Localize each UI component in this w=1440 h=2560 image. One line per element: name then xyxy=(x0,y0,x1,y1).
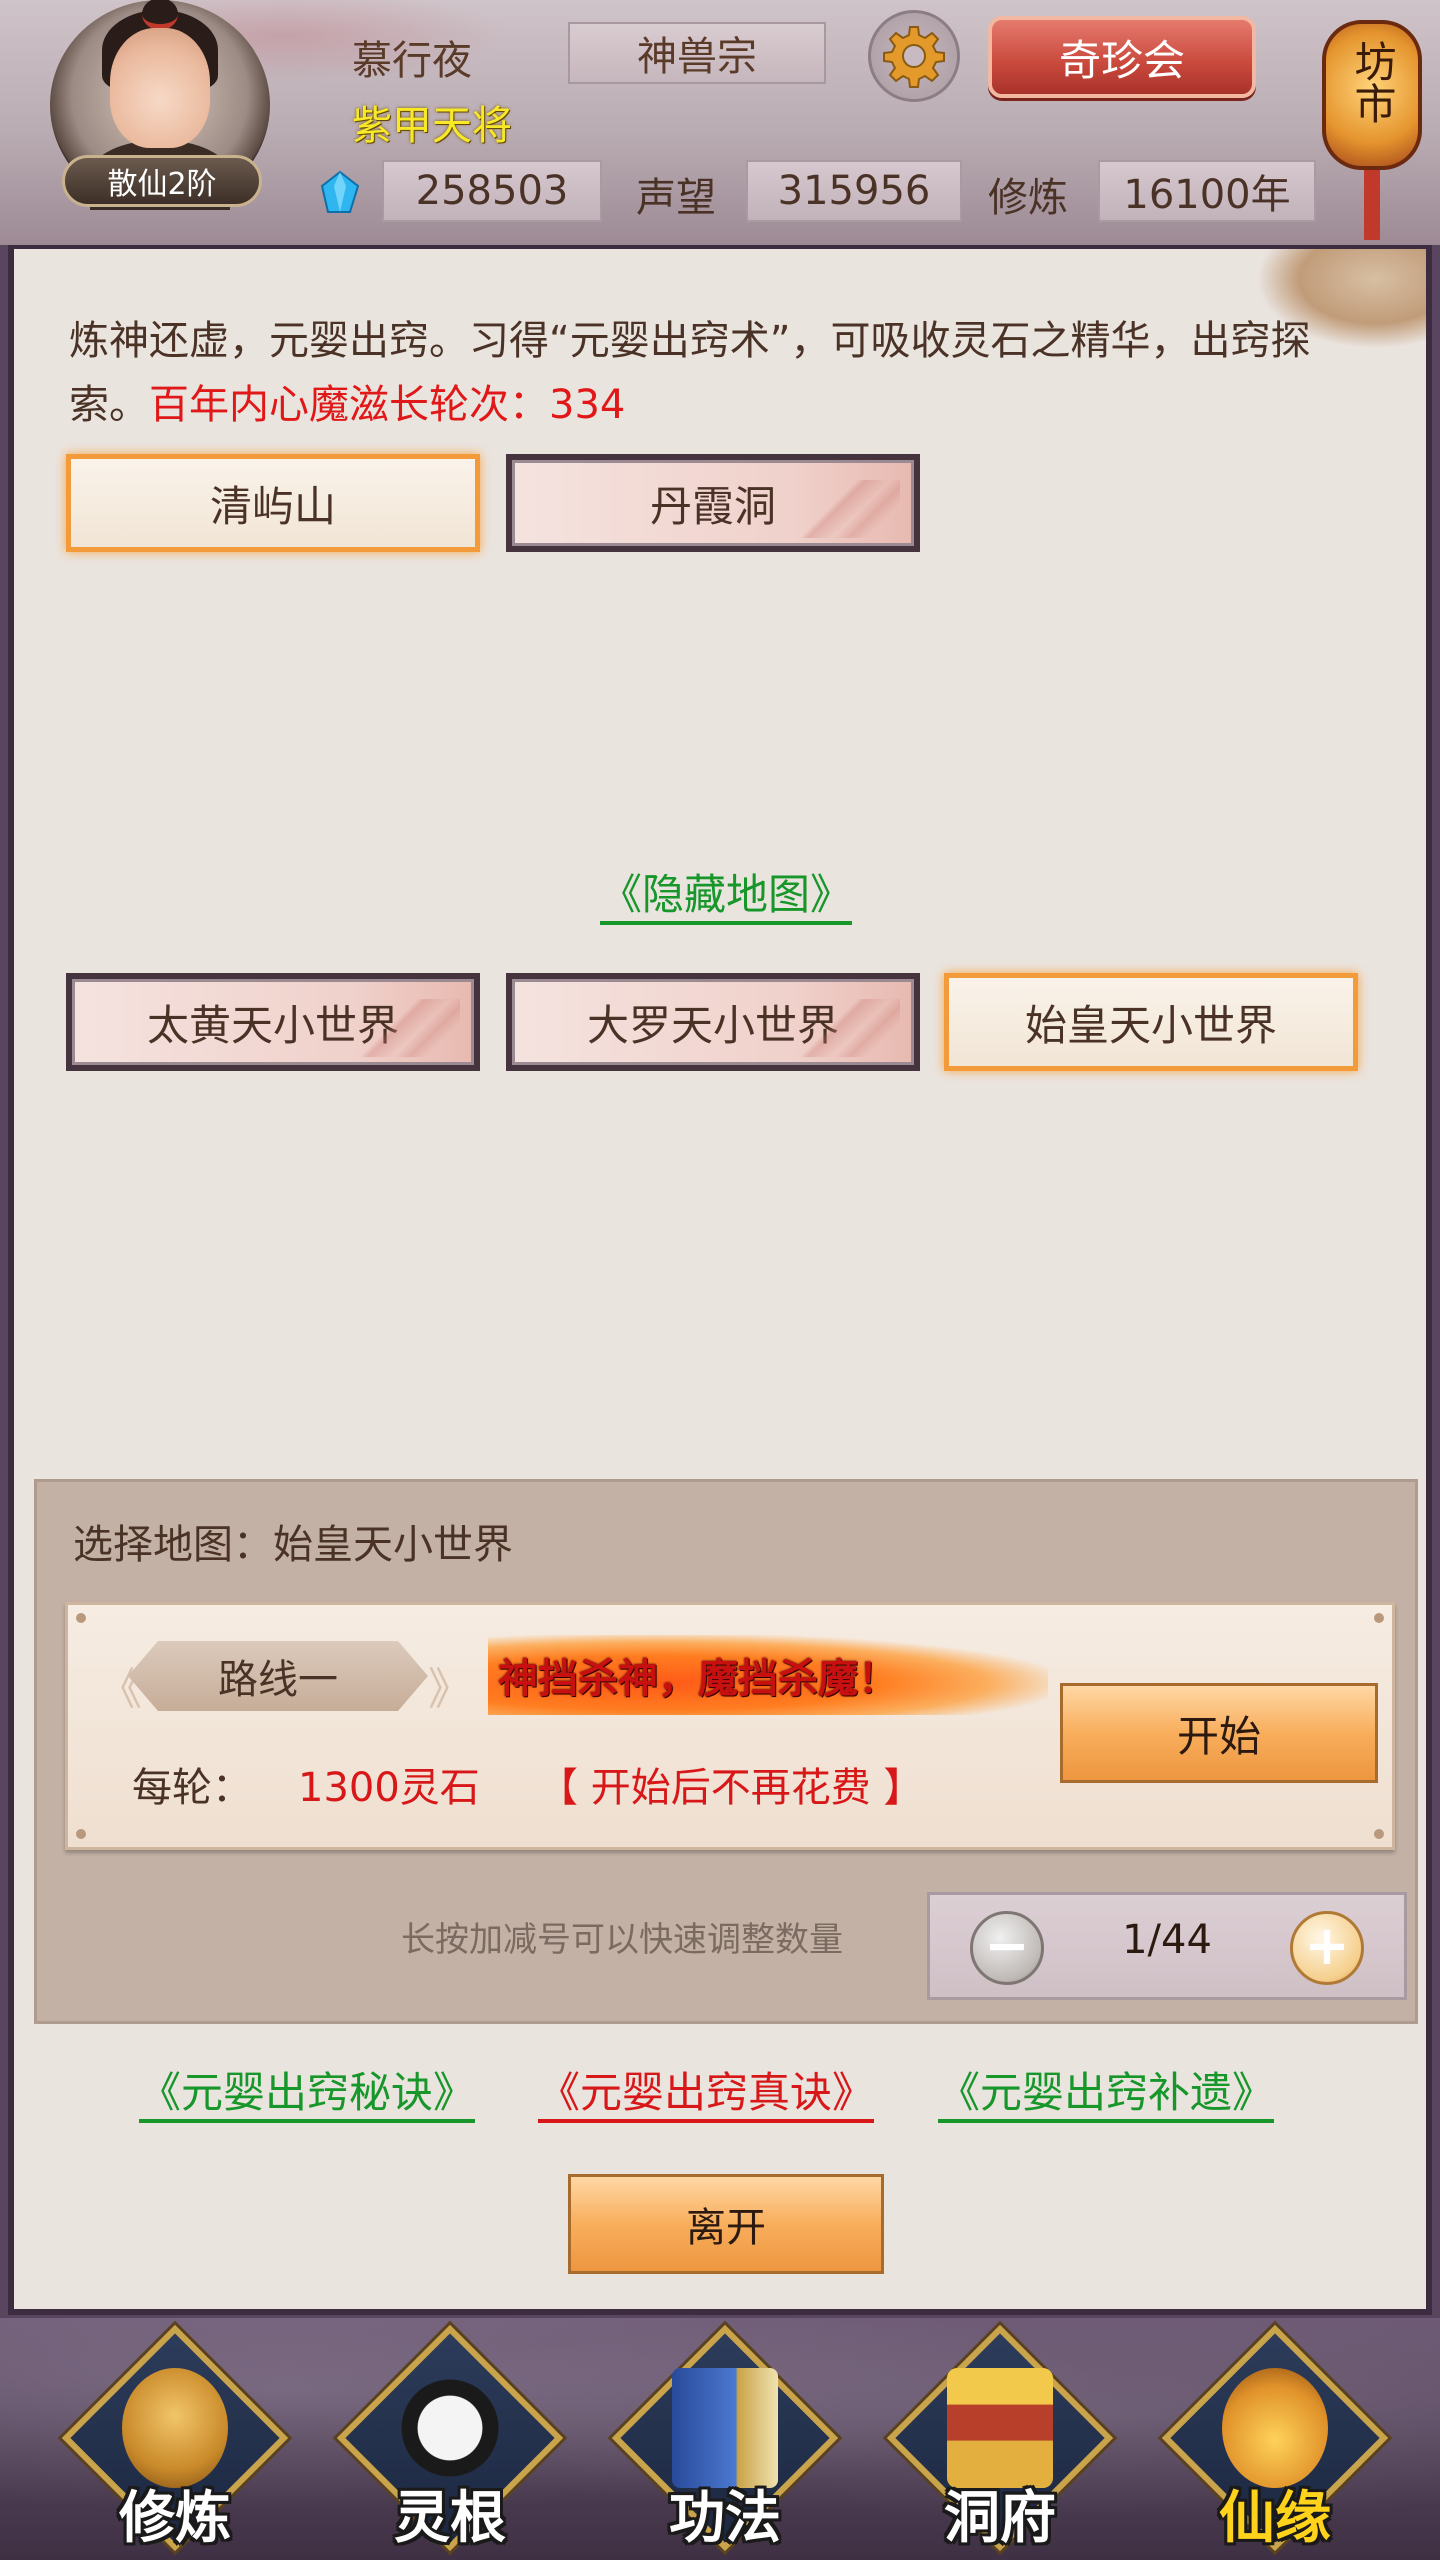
start-button[interactable]: 开始 xyxy=(1060,1683,1378,1783)
exploration-panel: 炼神还虚，元婴出窍。习得“元婴出窍术”，可吸收灵石之精华，出窍探索。百年内心魔滋… xyxy=(8,245,1432,2315)
rivet xyxy=(1374,1613,1384,1623)
guide-link-text: 《元婴出窍补遗》 xyxy=(938,2068,1275,2123)
guide-link-text: 《元婴出窍真诀》 xyxy=(538,2068,875,2123)
cultivation-years: 16100年 xyxy=(1098,160,1316,222)
reputation-label: 声望 xyxy=(636,175,716,221)
rivet xyxy=(76,1613,86,1623)
cave-dwelling-icon xyxy=(947,2368,1053,2488)
rank-badge: 散仙2阶 xyxy=(62,155,262,207)
map-button-daluotian[interactable]: 大罗天小世界 xyxy=(506,973,920,1071)
cost-label: 每轮： xyxy=(132,1765,252,1811)
rivet xyxy=(1374,1829,1384,1839)
nav-label: 仙缘 xyxy=(1219,2486,1331,2551)
market-label: 坊市 xyxy=(1348,40,1397,124)
nav-cave-dwelling[interactable]: 洞府 xyxy=(885,2324,1115,2560)
lantern-tassel xyxy=(1364,170,1380,240)
stepper-hint: 长按加减号可以快速调整数量 xyxy=(401,1920,843,1960)
nav-immortal-fate[interactable]: 仙缘 xyxy=(1160,2324,1390,2560)
map-button-label: 丹霞洞 xyxy=(649,481,776,531)
nav-spirit-root[interactable]: 灵根 xyxy=(335,2324,565,2560)
rivet xyxy=(76,1829,86,1839)
route-control-block: 选择地图：始皇天小世界 《 路线一 》 神挡杀神，魔挡杀魔！ 每轮： 1300灵… xyxy=(34,1479,1418,2024)
chevron-left-icon: 《 xyxy=(98,1664,142,1715)
slogan-banner: 神挡杀神，魔挡杀魔！ xyxy=(488,1635,1048,1715)
plus-button[interactable]: + xyxy=(1290,1911,1364,1985)
nav-label: 修炼 xyxy=(119,2486,231,2551)
cultivation-label: 修炼 xyxy=(988,175,1068,221)
avatar-face xyxy=(110,28,210,148)
inner-demon-rounds: 百年内心魔滋长轮次：334 xyxy=(149,382,626,428)
map-button-label: 大罗天小世界 xyxy=(586,1000,839,1050)
nav-cultivation[interactable]: 修炼 xyxy=(60,2324,290,2560)
gourd-icon xyxy=(1222,2368,1328,2488)
rounds-stepper: − 1/44 + xyxy=(927,1892,1407,2000)
top-header: 散仙2阶 慕行夜 紫甲天将 神兽宗 奇珍会 坊市 258503 声望 31595… xyxy=(0,0,1440,245)
no-fee-note: 【 开始后不再花费 】 xyxy=(538,1765,924,1811)
map-button-danxiadong[interactable]: 丹霞洞 xyxy=(506,454,920,552)
cultivation-icon xyxy=(122,2368,228,2488)
guide-link-true[interactable]: 《元婴出窍真诀》 xyxy=(538,2059,875,2123)
technique-book-icon xyxy=(672,2368,778,2488)
sect-name: 神兽宗 xyxy=(568,22,826,84)
market-lantern-button[interactable]: 坊市 xyxy=(1318,0,1426,240)
player-title: 紫甲天将 xyxy=(352,103,512,149)
nav-label: 洞府 xyxy=(944,2486,1056,2551)
map-button-taihuangtian[interactable]: 太黄天小世界 xyxy=(66,973,480,1071)
hidden-map-link-text: 《隐藏地图》 xyxy=(599,870,852,925)
map-button-qingyushan[interactable]: 清屿山 xyxy=(66,454,480,552)
player-name: 慕行夜 xyxy=(352,38,472,84)
map-button-label: 清屿山 xyxy=(209,481,336,531)
slogan-text: 神挡杀神，魔挡杀魔！ xyxy=(498,1656,898,1702)
nav-technique[interactable]: 功法 xyxy=(610,2324,840,2560)
chevron-right-icon: 》 xyxy=(428,1664,472,1715)
map-button-shihuangtian[interactable]: 始皇天小世界 xyxy=(944,973,1358,1071)
cost-value: 1300灵石 xyxy=(298,1765,480,1811)
guide-link-supplement[interactable]: 《元婴出窍补遗》 xyxy=(938,2059,1275,2123)
leave-button[interactable]: 离开 xyxy=(568,2174,884,2274)
spirit-stone-icon xyxy=(320,170,360,213)
guide-link-text: 《元婴出窍秘诀》 xyxy=(139,2068,476,2123)
guide-link-secret[interactable]: 《元婴出窍秘诀》 xyxy=(139,2059,476,2123)
map-button-label: 始皇天小世界 xyxy=(1024,1000,1277,1050)
gear-icon xyxy=(883,26,945,88)
bottom-navigation: 修炼 灵根 功法 洞府 仙缘 xyxy=(0,2318,1440,2560)
intro-description: 炼神还虚，元婴出窍。习得“元婴出窍术”，可吸收灵石之精华，出窍探索。百年内心魔滋… xyxy=(69,309,1329,437)
nav-label: 灵根 xyxy=(394,2486,506,2551)
map-button-label: 太黄天小世界 xyxy=(146,1000,399,1050)
treasure-auction-button[interactable]: 奇珍会 xyxy=(988,16,1256,98)
hidden-map-link[interactable]: 《隐藏地图》 xyxy=(14,861,1438,925)
settings-button[interactable] xyxy=(868,10,960,102)
route-tag: 路线一 xyxy=(128,1641,428,1711)
reputation-value: 315956 xyxy=(746,160,962,222)
nav-label: 功法 xyxy=(669,2486,781,2551)
route-card: 《 路线一 》 神挡杀神，魔挡杀魔！ 每轮： 1300灵石 【 开始后不再花费 … xyxy=(65,1602,1395,1850)
spirit-root-icon xyxy=(397,2368,503,2488)
spirit-stone-count: 258503 xyxy=(382,160,602,222)
selected-map-label: 选择地图：始皇天小世界 xyxy=(73,1522,513,1568)
